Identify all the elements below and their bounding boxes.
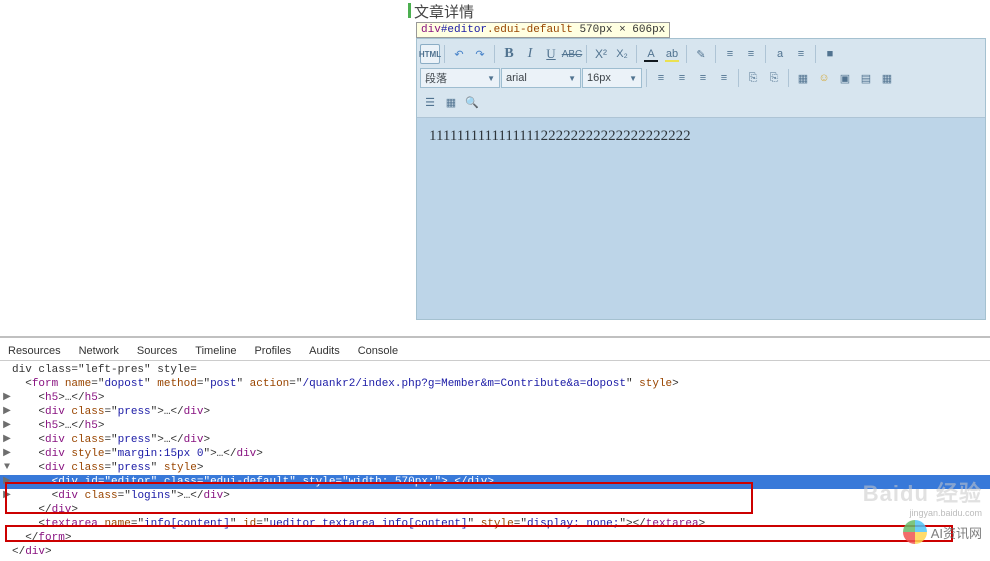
tab-console[interactable]: Console bbox=[356, 342, 400, 360]
toolbar-extra-2[interactable]: ▦ bbox=[441, 92, 461, 112]
code-line[interactable]: </form> bbox=[0, 531, 990, 545]
paragraph-select[interactable]: 段落▼ bbox=[420, 68, 500, 88]
table-button[interactable]: ▦ bbox=[877, 68, 897, 88]
align-right-button[interactable]: ≡ bbox=[693, 68, 713, 88]
editor-toolbar: HTML ↶ ↷ B I U ABC X² X₂ A ab ✎ ≡ ≡ bbox=[417, 39, 985, 118]
devtools-panel: Resources Network Sources Timeline Profi… bbox=[0, 336, 990, 555]
video-button[interactable]: ▣ bbox=[835, 68, 855, 88]
align-center-button[interactable]: ≡ bbox=[672, 68, 692, 88]
tab-audits[interactable]: Audits bbox=[307, 342, 342, 360]
toolbar-extra-1[interactable]: ☰ bbox=[420, 92, 440, 112]
code-line[interactable]: ▶ <div class="press">…</div> bbox=[0, 433, 990, 447]
code-line[interactable]: </div> bbox=[0, 503, 990, 517]
section-title: 文章详情 bbox=[414, 1, 474, 22]
code-line[interactable]: ▶ <h5>…</h5> bbox=[0, 391, 990, 405]
code-line[interactable]: ▶ <div id="editor" class="edui-default" … bbox=[0, 475, 990, 489]
search-button[interactable]: 🔍 bbox=[462, 92, 482, 112]
indent-right-button[interactable]: ≡ bbox=[791, 44, 811, 64]
ordered-list-button[interactable]: ≡ bbox=[720, 44, 740, 64]
subscript-button[interactable]: X₂ bbox=[612, 44, 632, 64]
elements-tree[interactable]: div class="left-pres" style= <form name=… bbox=[0, 361, 990, 561]
editor-content[interactable]: 111111111111111122222222222222222222 bbox=[417, 118, 985, 155]
align-justify-button[interactable]: ≡ bbox=[714, 68, 734, 88]
devtools-tabs: Resources Network Sources Timeline Profi… bbox=[0, 338, 990, 361]
preview-panel: 文章详情 div#editor.edui-default 570px × 606… bbox=[0, 0, 990, 336]
code-line[interactable]: ▼ <div class="press" style> bbox=[0, 461, 990, 475]
bold-button[interactable]: B bbox=[499, 44, 519, 64]
tab-timeline[interactable]: Timeline bbox=[193, 342, 238, 360]
image-button[interactable]: ▦ bbox=[793, 68, 813, 88]
source-button[interactable]: HTML bbox=[420, 44, 440, 64]
code-line[interactable]: ▶ <div class="press">…</div> bbox=[0, 405, 990, 419]
superscript-button[interactable]: X² bbox=[591, 44, 611, 64]
emoticon-button[interactable]: ☺ bbox=[814, 68, 834, 88]
inspector-tooltip: div#editor.edui-default 570px × 606px bbox=[416, 22, 670, 38]
code-line[interactable]: </div> bbox=[0, 545, 990, 559]
tab-sources[interactable]: Sources bbox=[135, 342, 179, 360]
tab-profiles[interactable]: Profiles bbox=[252, 342, 293, 360]
code-line[interactable]: ▶ <div class="logins">…</div> bbox=[0, 489, 990, 503]
fontcolor-button[interactable]: A bbox=[641, 44, 661, 64]
indent-left-button[interactable]: a bbox=[770, 44, 790, 64]
backcolor-button[interactable]: ab bbox=[662, 44, 682, 64]
rich-text-editor: HTML ↶ ↷ B I U ABC X² X₂ A ab ✎ ≡ ≡ bbox=[416, 38, 986, 320]
code-button[interactable]: ▤ bbox=[856, 68, 876, 88]
link-button[interactable]: ⎘ bbox=[743, 68, 763, 88]
italic-button[interactable]: I bbox=[520, 44, 540, 64]
unlink-button[interactable]: ⎘ bbox=[764, 68, 784, 88]
code-line[interactable]: <form name="dopost" method="post" action… bbox=[0, 377, 990, 391]
undo-button[interactable]: ↶ bbox=[449, 44, 469, 64]
eraser-button[interactable]: ✎ bbox=[691, 44, 711, 64]
font-family-select[interactable]: arial▼ bbox=[501, 68, 581, 88]
code-line[interactable]: div class="left-pres" style= bbox=[0, 363, 990, 377]
fullscreen-button[interactable]: ■ bbox=[820, 44, 840, 64]
redo-button[interactable]: ↷ bbox=[470, 44, 490, 64]
code-line[interactable]: ▶ <h5>…</h5> bbox=[0, 419, 990, 433]
code-line[interactable]: <textarea name="info[content]" id="uedit… bbox=[0, 517, 990, 531]
unordered-list-button[interactable]: ≡ bbox=[741, 44, 761, 64]
code-line[interactable]: ▶ <div style="margin:15px 0">…</div> bbox=[0, 447, 990, 461]
strikethrough-button[interactable]: ABC bbox=[562, 44, 582, 64]
font-size-select[interactable]: 16px▼ bbox=[582, 68, 642, 88]
align-left-button[interactable]: ≡ bbox=[651, 68, 671, 88]
underline-button[interactable]: U bbox=[541, 44, 561, 64]
tab-network[interactable]: Network bbox=[77, 342, 121, 360]
tab-resources[interactable]: Resources bbox=[6, 342, 63, 360]
